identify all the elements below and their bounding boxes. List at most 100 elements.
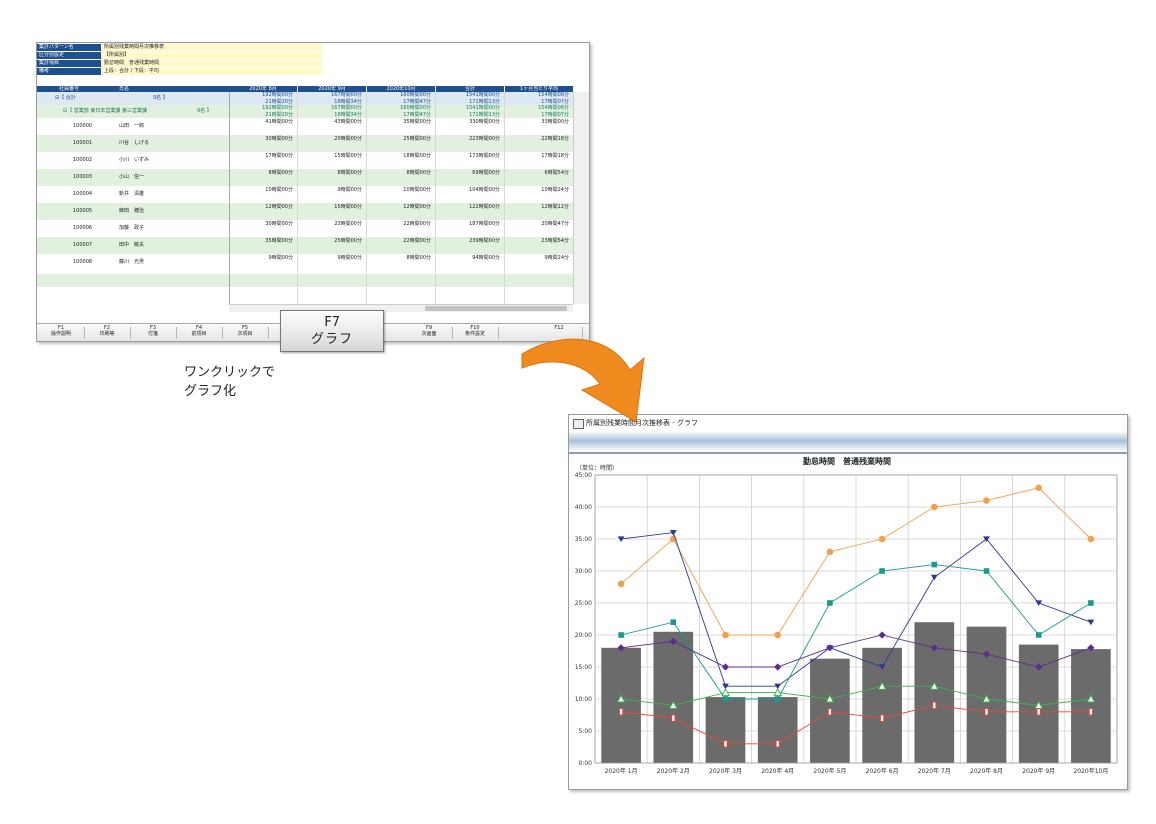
- empty-row[interactable]: [37, 274, 573, 287]
- cell-value: 35時間00分: [265, 238, 293, 244]
- f7-graph-button[interactable]: F7 グラフ: [280, 310, 384, 352]
- toolbar-separator: [569, 452, 1127, 454]
- data-point[interactable]: [931, 503, 938, 511]
- grid-line: [504, 92, 505, 304]
- data-point[interactable]: [930, 574, 938, 581]
- f5-key[interactable]: F5 次項目: [223, 325, 269, 340]
- data-point[interactable]: [774, 663, 782, 671]
- fkey-label: 次項目: [237, 331, 253, 337]
- cell-value: 15時間00分: [334, 153, 362, 159]
- data-point[interactable]: [619, 708, 624, 716]
- x-tick-label: 2020年 6月: [866, 767, 899, 775]
- employee-id: 100004: [73, 191, 93, 197]
- data-point[interactable]: [983, 497, 990, 504]
- data-point[interactable]: [1087, 619, 1095, 626]
- data-point[interactable]: [722, 696, 729, 702]
- overtime-chart: （単位：時間） 勤怠時間 普通残業時間 0:00 5:00 10:00 15:00 20…: [575, 456, 1118, 775]
- data-point[interactable]: [1088, 708, 1093, 716]
- employee-name: 川谷 しげる: [119, 140, 150, 146]
- table-row[interactable]: 100003 小山 信一 8時間00分 8時間00分 8時間00分 69時間00分 6時間5…: [37, 169, 573, 186]
- data-point[interactable]: [826, 548, 834, 556]
- data-point[interactable]: [1035, 632, 1042, 638]
- table-row[interactable]: 100004 新井 清雄 10時間00分 9時間00分 10時間00分 104時間00分 1…: [37, 186, 573, 203]
- employee-id: 100003: [73, 174, 93, 180]
- table-row[interactable]: 100006 加藤 政子 30時間00分 23時間00分 22時間00分 187時間00分…: [37, 220, 573, 237]
- table-row[interactable]: 100001 川谷 しげる 30時間00分 20時間00分 25時間00分 223時間00…: [37, 135, 573, 152]
- data-point[interactable]: [878, 535, 886, 543]
- f7-key-number: F7: [324, 315, 340, 330]
- data-point[interactable]: [879, 568, 885, 574]
- cell-value: 192時間00分: [262, 105, 293, 111]
- employee-name: 新井 清雄: [119, 191, 145, 197]
- cell-value: 23時間00分: [334, 221, 362, 227]
- data-point[interactable]: [617, 580, 625, 588]
- bar[interactable]: [601, 647, 641, 763]
- data-point[interactable]: [618, 632, 624, 638]
- cell-value: 21時間20分: [265, 98, 293, 105]
- data-point[interactable]: [932, 701, 937, 710]
- data-point[interactable]: [1036, 708, 1041, 716]
- empty-row[interactable]: [37, 287, 573, 300]
- table-row[interactable]: 100002 小川 いずみ 17時間00分 15時間00分 18時間00分 173時間00…: [37, 152, 573, 169]
- y-tick-label: 35:00: [575, 536, 592, 543]
- data-point[interactable]: [983, 568, 990, 574]
- bar[interactable]: [653, 631, 694, 763]
- employee-name: 加藤 政子: [119, 225, 145, 231]
- info-label: 備考: [37, 68, 101, 75]
- table-row[interactable]: 100007 田中 敏夫 35時間00分 25時間00分 22時間00分 239時間00分…: [37, 237, 573, 254]
- cell-value: 17時間47分: [403, 98, 431, 105]
- total-count: 9名 】: [153, 95, 168, 101]
- fkey-label: 条件設定: [464, 331, 485, 337]
- bar[interactable]: [757, 697, 798, 763]
- bar[interactable]: [705, 697, 746, 763]
- data-point[interactable]: [827, 708, 832, 716]
- cell-value: 10時間00分: [265, 187, 293, 193]
- grid-line: [297, 92, 298, 304]
- data-point[interactable]: [671, 714, 676, 722]
- f1-key[interactable]: F1 操作説明: [39, 325, 85, 340]
- data-point[interactable]: [1088, 600, 1094, 606]
- cell-value: 154時間06分: [538, 105, 569, 111]
- f9-key[interactable]: F9 次画面: [407, 325, 453, 340]
- table-row[interactable]: 100000 山田 一郎 41時間00分 43時間00分 35時間00分 330時間00分…: [37, 118, 573, 135]
- data-point[interactable]: [774, 631, 781, 639]
- cell-value: 8時間00分: [337, 170, 362, 176]
- f2-key[interactable]: F2 印刷等: [85, 325, 131, 340]
- data-point[interactable]: [722, 631, 729, 639]
- table-row[interactable]: 100005 麻田 穂治 12時間00分 15時間00分 12時間00分 122時間00分…: [37, 203, 573, 220]
- bar[interactable]: [914, 622, 955, 763]
- f4-key[interactable]: F4 前項目: [177, 325, 223, 340]
- employee-id: 100002: [73, 157, 93, 163]
- data-point[interactable]: [1087, 535, 1095, 543]
- cell-value: 18時間00分: [403, 153, 431, 159]
- data-point[interactable]: [880, 714, 885, 722]
- y-tick-label: 30:00: [575, 568, 592, 575]
- cell-value: 12時間00分: [403, 204, 431, 210]
- data-point[interactable]: [931, 561, 938, 568]
- f10-key[interactable]: F10 条件設定: [453, 325, 499, 340]
- data-point[interactable]: [984, 708, 989, 716]
- data-point[interactable]: [723, 740, 728, 748]
- cell-value: 12時間12分: [541, 204, 569, 210]
- table-row[interactable]: 100008 藤川 光男 9時間00分 9時間00分 8時間00分 94時間00分 9時間2…: [37, 254, 573, 271]
- data-point[interactable]: [774, 696, 781, 702]
- data-point[interactable]: [827, 600, 833, 606]
- x-tick-label: 2020年10月: [1073, 767, 1108, 775]
- cell-value: 6時間54分: [544, 170, 569, 176]
- employee-name: 小川 いずみ: [119, 157, 150, 163]
- scrollbar-thumb[interactable]: [425, 306, 567, 311]
- employee-id: 100001: [73, 140, 93, 146]
- total-label: ⊟【 合計: [55, 95, 76, 101]
- cell-value: 17時間07分: [541, 111, 569, 118]
- cell-value: 8時間00分: [268, 170, 293, 176]
- cell-value: 21時間20分: [265, 111, 293, 118]
- data-point[interactable]: [721, 663, 730, 671]
- data-point[interactable]: [775, 740, 780, 748]
- vertical-scrollbar[interactable]: [573, 92, 589, 304]
- data-point[interactable]: [878, 631, 886, 639]
- data-point[interactable]: [670, 619, 677, 625]
- f3-key[interactable]: F3 付箋: [131, 325, 177, 340]
- data-point[interactable]: [1035, 484, 1042, 492]
- bar[interactable]: [1071, 649, 1111, 763]
- x-tick-label: 2020年 3月: [709, 767, 742, 775]
